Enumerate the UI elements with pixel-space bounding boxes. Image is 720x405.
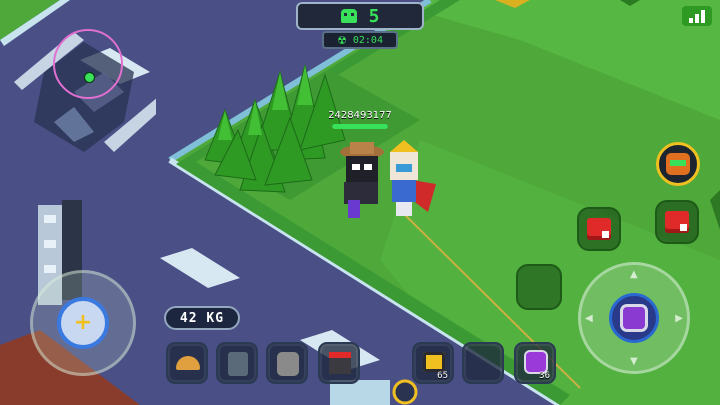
radiation-icon: ☢ bbox=[337, 33, 347, 47]
ammo-count: 65 bbox=[437, 371, 448, 381]
robot-skill-button[interactable] bbox=[656, 142, 700, 186]
inventory-slot-drone[interactable]: 36 bbox=[514, 342, 556, 384]
inventory-slot-helmet[interactable] bbox=[166, 342, 208, 384]
dpad-right-icon: ▶ bbox=[675, 313, 683, 324]
move-joystick-knob[interactable]: + bbox=[57, 297, 109, 349]
inventory-slot-backpack[interactable] bbox=[266, 342, 308, 384]
dpad-down-icon: ▼ bbox=[630, 356, 638, 367]
minimap[interactable] bbox=[14, 12, 164, 162]
skull-icon bbox=[340, 9, 357, 23]
dpad-left-icon: ◀ bbox=[585, 313, 593, 324]
red-crate-icon bbox=[587, 218, 611, 240]
turret-icon bbox=[329, 352, 351, 374]
armor-vest-icon bbox=[228, 352, 248, 376]
drone-count: 36 bbox=[539, 371, 550, 381]
aim-joystick[interactable]: ▲ ▼ ◀ ▶ bbox=[578, 262, 690, 374]
inventory-slot-turret[interactable] bbox=[318, 342, 360, 384]
player-characters bbox=[340, 140, 436, 218]
zone-timer: ☢ 02:04 bbox=[322, 31, 398, 49]
helmet-icon bbox=[176, 356, 200, 370]
drone-weapon-icon bbox=[609, 293, 659, 343]
drone-icon bbox=[526, 352, 546, 372]
move-joystick[interactable]: + bbox=[30, 270, 136, 376]
red-crate-icon bbox=[665, 211, 689, 233]
inventory-slot-armor[interactable] bbox=[216, 342, 258, 384]
player-health-bar bbox=[332, 124, 388, 129]
medkit-button-left[interactable] bbox=[577, 207, 621, 251]
empty-action-slot[interactable] bbox=[516, 264, 562, 310]
inventory-slot-empty[interactable] bbox=[462, 342, 504, 384]
carry-weight: 42 KG bbox=[164, 306, 240, 330]
alive-counter: 5 bbox=[296, 2, 424, 30]
inventory-slot-ammo[interactable]: 65 bbox=[412, 342, 454, 384]
alive-count: 5 bbox=[368, 5, 380, 27]
medkit-button-right[interactable] bbox=[655, 200, 699, 244]
minimap-terrain bbox=[14, 29, 164, 152]
crosshair-icon: + bbox=[73, 310, 93, 335]
ammo-crate-icon bbox=[423, 352, 445, 372]
dpad-up-icon: ▲ bbox=[630, 269, 638, 280]
robot-icon bbox=[666, 153, 690, 175]
player-name-tag: 2428493177 bbox=[328, 110, 392, 121]
player-location-icon bbox=[84, 72, 95, 83]
signal-icon bbox=[682, 6, 712, 26]
timer-text: 02:04 bbox=[352, 34, 383, 46]
backpack-icon bbox=[277, 352, 299, 376]
